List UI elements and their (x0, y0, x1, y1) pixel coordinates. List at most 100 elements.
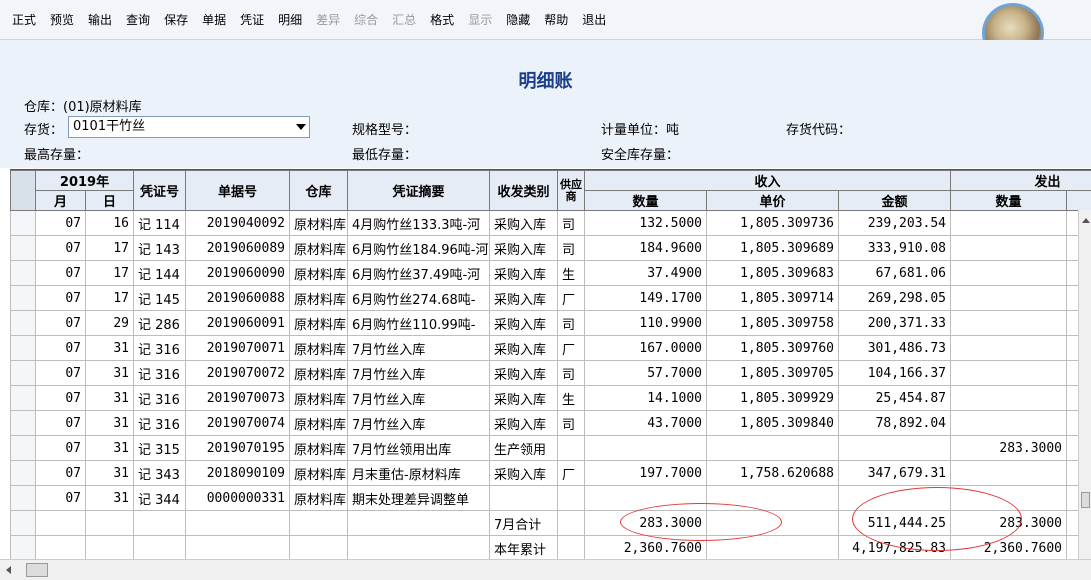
cell-income-price (706, 535, 839, 559)
cell-supplier: 生 (557, 260, 585, 286)
row-header[interactable] (10, 410, 36, 436)
chevron-down-icon[interactable] (296, 124, 306, 130)
cell-warehouse: 原材料库 (289, 460, 348, 486)
row-header[interactable] (10, 435, 36, 461)
cell-day (85, 535, 134, 559)
cell-category (489, 485, 558, 511)
cell-category: 采购入库 (489, 210, 558, 236)
toolbar-button[interactable]: 差异 (312, 10, 344, 30)
ledger-table[interactable]: 2019年 凭证号 单据号 仓库 凭证摘要 收发类别 供应商 收入 发出 月 日… (10, 169, 1091, 559)
table-row[interactable]: 本年累计 2,360.7600 4,197,825.83 2,360.7600 (10, 535, 1091, 559)
row-header[interactable] (10, 235, 36, 261)
toolbar-button[interactable]: 查询 (122, 10, 154, 30)
header-outgo-qty: 数量 (950, 190, 1068, 211)
cell-summary: 7月竹丝入库 (347, 410, 490, 436)
toolbar-button[interactable]: 单据 (198, 10, 230, 30)
toolbar-button[interactable]: 帮助 (540, 10, 572, 30)
table-row[interactable]: 07 17 记 145 2019060088 原材料库 6月购竹丝274.68吨- 采购入库… (10, 285, 1091, 311)
table-row[interactable]: 07 29 记 286 2019060091 原材料库 6月购竹丝110.99吨- 采购入库… (10, 310, 1091, 336)
row-header[interactable] (10, 335, 36, 361)
table-row[interactable]: 07 31 记 343 2018090109 原材料库 月末重估-原材料库 采购入库厂 197… (10, 460, 1091, 486)
horizontal-scroll-thumb[interactable] (26, 563, 48, 577)
vertical-scroll-thumb[interactable] (1081, 492, 1090, 508)
table-row[interactable]: 07 17 记 143 2019060089 原材料库 6月购竹丝184.96吨-河 采购入… (10, 235, 1091, 261)
cell-supplier: 司 (557, 410, 585, 436)
cell-day: 31 (85, 410, 134, 436)
unit-label: 计量单位：吨 (601, 123, 680, 138)
vertical-scrollbar[interactable] (1078, 210, 1091, 559)
cell-day: 17 (85, 260, 134, 286)
cell-income-qty: 184.9600 (584, 235, 707, 261)
toolbar-button[interactable]: 退出 (578, 10, 610, 30)
toolbar-button[interactable]: 综合 (350, 10, 382, 30)
cell-category: 采购入库 (489, 235, 558, 261)
cell-voucher: 记 145 (133, 285, 186, 311)
toolbar-button[interactable]: 输出 (84, 10, 116, 30)
cell-summary: 6月购竹丝110.99吨- (347, 310, 490, 336)
cell-outgo-qty (950, 210, 1068, 236)
table-row[interactable]: 07 31 记 315 2019070195 原材料库 7月竹丝领用出库 生产领用 283.3… (10, 435, 1091, 461)
cell-outgo-qty (950, 410, 1068, 436)
cell-supplier: 司 (557, 235, 585, 261)
row-header[interactable] (10, 210, 36, 236)
cell-income-qty: 132.5000 (584, 210, 707, 236)
row-header[interactable] (10, 510, 36, 536)
cell-voucher: 记 316 (133, 410, 186, 436)
cell-outgo-qty (950, 385, 1068, 411)
cell-doc-no: 2019060088 (185, 285, 290, 311)
cell-income-price: 1,805.309840 (706, 410, 839, 436)
row-header[interactable] (10, 485, 36, 511)
toolbar-button[interactable]: 明细 (274, 10, 306, 30)
table-row[interactable]: 07 31 记 316 2019070072 原材料库 7月竹丝入库 采购入库司 57.700… (10, 360, 1091, 386)
cell-month: 07 (35, 210, 86, 236)
cell-summary: 7月竹丝入库 (347, 385, 490, 411)
cell-category: 采购入库 (489, 460, 558, 486)
table-row[interactable]: 07 31 记 316 2019070074 原材料库 7月竹丝入库 采购入库司 43.700… (10, 410, 1091, 436)
row-header[interactable] (10, 260, 36, 286)
scroll-up-icon[interactable] (1082, 218, 1090, 223)
toolbar-button[interactable]: 正式 (8, 10, 40, 30)
table-row[interactable]: 07 31 记 316 2019070073 原材料库 7月竹丝入库 采购入库生 14.100… (10, 385, 1091, 411)
cell-warehouse: 原材料库 (289, 310, 348, 336)
cell-month: 07 (35, 235, 86, 261)
table-row[interactable]: 07 31 记 344 0000000331 原材料库 期末处理差异调整单 (10, 485, 1091, 511)
header-year: 2019年 (35, 170, 134, 191)
inventory-label: 存货： (24, 123, 64, 138)
cell-warehouse (289, 510, 348, 536)
table-row[interactable]: 07 31 记 316 2019070071 原材料库 7月竹丝入库 采购入库厂 167.00… (10, 335, 1091, 361)
row-header[interactable] (10, 535, 36, 559)
toolbar-button[interactable]: 格式 (426, 10, 458, 30)
cell-category: 7月合计 (489, 510, 558, 536)
toolbar: 正式 预览 输出 查询 保存 单据 凭证 明细 差异 综合 汇总 格式 显示 隐藏 帮助 退出 (0, 0, 1091, 40)
cell-summary (347, 535, 490, 559)
cell-warehouse: 原材料库 (289, 235, 348, 261)
cell-income-qty: 197.7000 (584, 460, 707, 486)
toolbar-button[interactable]: 隐藏 (502, 10, 534, 30)
cell-outgo-qty: 283.3000 (950, 510, 1068, 536)
toolbar-button[interactable]: 预览 (46, 10, 78, 30)
cell-day: 31 (85, 485, 134, 511)
cell-warehouse: 原材料库 (289, 360, 348, 386)
inventory-select[interactable]: 0101干竹丝 (68, 116, 310, 138)
row-header[interactable] (10, 460, 36, 486)
row-header[interactable] (10, 285, 36, 311)
toolbar-button[interactable]: 汇总 (388, 10, 420, 30)
cell-outgo-qty (950, 285, 1068, 311)
horizontal-scrollbar[interactable] (0, 559, 1091, 580)
cell-doc-no: 2019070071 (185, 335, 290, 361)
toolbar-button[interactable]: 凭证 (236, 10, 268, 30)
inventory-code-label: 存货代码： (786, 123, 852, 138)
cell-supplier: 生 (557, 385, 585, 411)
scroll-left-icon[interactable] (6, 566, 11, 574)
row-header[interactable] (10, 385, 36, 411)
toolbar-button[interactable]: 显示 (464, 10, 496, 30)
table-row[interactable]: 7月合计 283.3000 511,444.25 283.3000 (10, 510, 1091, 536)
cell-category: 采购入库 (489, 310, 558, 336)
row-header[interactable] (10, 360, 36, 386)
table-row[interactable]: 07 16 记 114 2019040092 原材料库 4月购竹丝133.3吨-河 采购入库… (10, 210, 1091, 236)
toolbar-button[interactable]: 保存 (160, 10, 192, 30)
cell-doc-no: 2019060089 (185, 235, 290, 261)
cell-income-price: 1,805.309760 (706, 335, 839, 361)
row-header[interactable] (10, 310, 36, 336)
table-row[interactable]: 07 17 记 144 2019060090 原材料库 6月购竹丝37.49吨-河 采购入库… (10, 260, 1091, 286)
